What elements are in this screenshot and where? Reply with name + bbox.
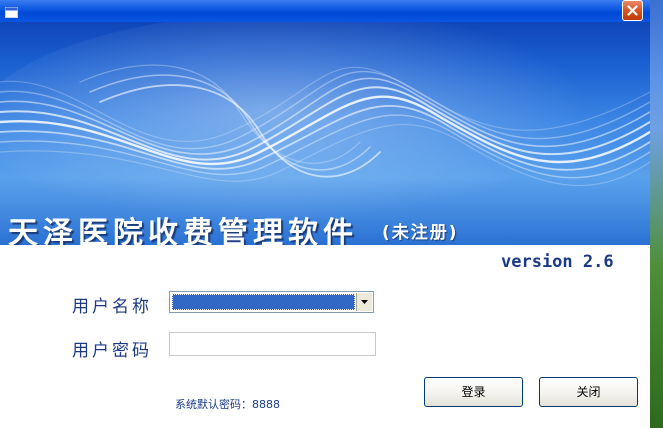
password-label: 用户密码: [72, 341, 152, 361]
password-input[interactable]: [169, 332, 376, 356]
username-label: 用户名称: [72, 297, 152, 317]
login-window: 天泽医院收费管理软件 (未注册) version 2.6 用户名称 用户密码 系…: [0, 0, 650, 428]
chevron-down-icon: [361, 300, 368, 304]
window-icon[interactable]: [5, 4, 18, 18]
login-button[interactable]: 登录: [424, 377, 523, 407]
close-icon: [627, 5, 638, 16]
close-window-button[interactable]: [622, 0, 643, 21]
desktop-background: [650, 0, 663, 428]
default-password-hint: 系统默认密码：8888: [175, 398, 280, 411]
registration-status: (未注册): [382, 223, 459, 243]
username-dropdown-button[interactable]: [356, 293, 372, 311]
close-button[interactable]: 关闭: [539, 377, 638, 407]
screen: 天泽医院收费管理软件 (未注册) version 2.6 用户名称 用户密码 系…: [0, 0, 663, 428]
app-title: 天泽医院收费管理软件: [8, 216, 358, 245]
username-selected-value[interactable]: [172, 294, 355, 310]
banner: 天泽医院收费管理软件 (未注册): [0, 22, 650, 245]
username-select[interactable]: [169, 291, 374, 313]
version-label: version 2.6: [501, 252, 614, 272]
title-bar[interactable]: [0, 0, 650, 22]
